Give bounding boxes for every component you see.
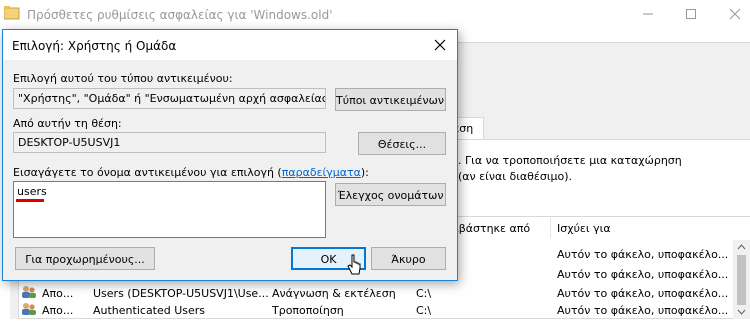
examples-link[interactable]: παραδείγματα xyxy=(282,166,361,179)
select-users-dialog: Επιλογή: Χρήστης ή Ομάδα Επιλογή αυτού τ… xyxy=(2,29,458,281)
shield-folder-icon xyxy=(3,6,20,20)
location-label: Από αυτήν τη θέση: xyxy=(13,117,122,130)
cancel-button[interactable]: Άκυρο xyxy=(371,247,446,270)
table-row-inherited: C:\ xyxy=(416,304,432,317)
background-titlebar: Πρόσθετες ρυθμίσεις ασφαλείας για 'Windo… xyxy=(0,0,750,30)
table-row-type: Απο... xyxy=(42,287,74,300)
column-header-applies-to[interactable]: Ισχύει για xyxy=(557,222,611,235)
table-row-applies: Αυτόν το φάκελο, υποφακέλο... xyxy=(557,248,729,261)
enter-label-prefix: Εισαγάγετε το όνομα αντικειμένου για επι… xyxy=(13,166,282,179)
mouse-cursor-icon xyxy=(347,254,362,276)
column-separator xyxy=(550,218,551,238)
object-types-button[interactable]: Τύποι αντικειμένων... xyxy=(335,88,446,111)
object-type-field: "Χρήστης", "Ομάδα" ή "Ενσωματωμένη αρχή … xyxy=(13,88,326,109)
object-type-label: Επιλογή αυτού του τύπου αντικειμένου: xyxy=(13,72,233,85)
close-icon[interactable] xyxy=(724,4,746,24)
table-row-type: Απο... xyxy=(42,304,74,317)
scrollbar[interactable] xyxy=(733,240,750,319)
background-window-title: Πρόσθετες ρυθμίσεις ασφαλείας για 'Windo… xyxy=(27,8,333,22)
table-row-access: Τροποποίηση xyxy=(272,304,344,317)
advanced-button[interactable]: Για προχωρημένους... xyxy=(15,247,155,270)
table-row-principal: Authenticated Users xyxy=(93,304,206,317)
info-text-line2: (αν είναι διαθέσιμο). xyxy=(458,170,573,183)
dialog-title: Επιλογή: Χρήστης ή Ομάδα xyxy=(12,39,177,53)
table-row-principal: Users (DESKTOP-U5USVJ1\Use... xyxy=(93,287,269,300)
table-row-inherited: C:\ xyxy=(416,287,432,300)
users-group-icon xyxy=(21,285,37,299)
table-row-applies: Αυτόν το φάκελο, υποφακέλο... xyxy=(557,304,729,317)
object-name-text: users xyxy=(17,185,47,198)
check-names-button[interactable]: Έλεγχος ονομάτων xyxy=(335,183,446,206)
table-row-access: Ανάγνωση & εκτέλεση xyxy=(272,287,396,300)
column-header-inherited-from[interactable]: ιβάστηκε από xyxy=(455,222,530,235)
table-row-applies: Αυτόν το φάκελο, υποφακέλο... xyxy=(557,287,729,300)
table-row-applies: Αυτόν το φάκελο, υποφακέλο... xyxy=(557,268,729,281)
location-field: DESKTOP-U5USVJ1 xyxy=(13,132,326,153)
minimize-icon[interactable] xyxy=(637,4,659,24)
enter-object-name-label: Εισαγάγετε το όνομα αντικειμένου για επι… xyxy=(13,166,369,179)
dialog-titlebar[interactable]: Επιλογή: Χρήστης ή Ομάδα xyxy=(3,30,457,60)
locations-button[interactable]: Θέσεις... xyxy=(358,132,446,155)
info-text-line1: . Για να τροποποιήσετε μια καταχώρηση xyxy=(458,154,682,167)
maximize-icon[interactable] xyxy=(680,4,702,24)
enter-label-suffix: ): xyxy=(360,166,369,179)
spellcheck-underline xyxy=(16,199,44,202)
users-group-icon xyxy=(21,302,37,316)
dialog-close-icon[interactable] xyxy=(429,35,451,55)
object-name-input[interactable]: users xyxy=(13,181,326,238)
